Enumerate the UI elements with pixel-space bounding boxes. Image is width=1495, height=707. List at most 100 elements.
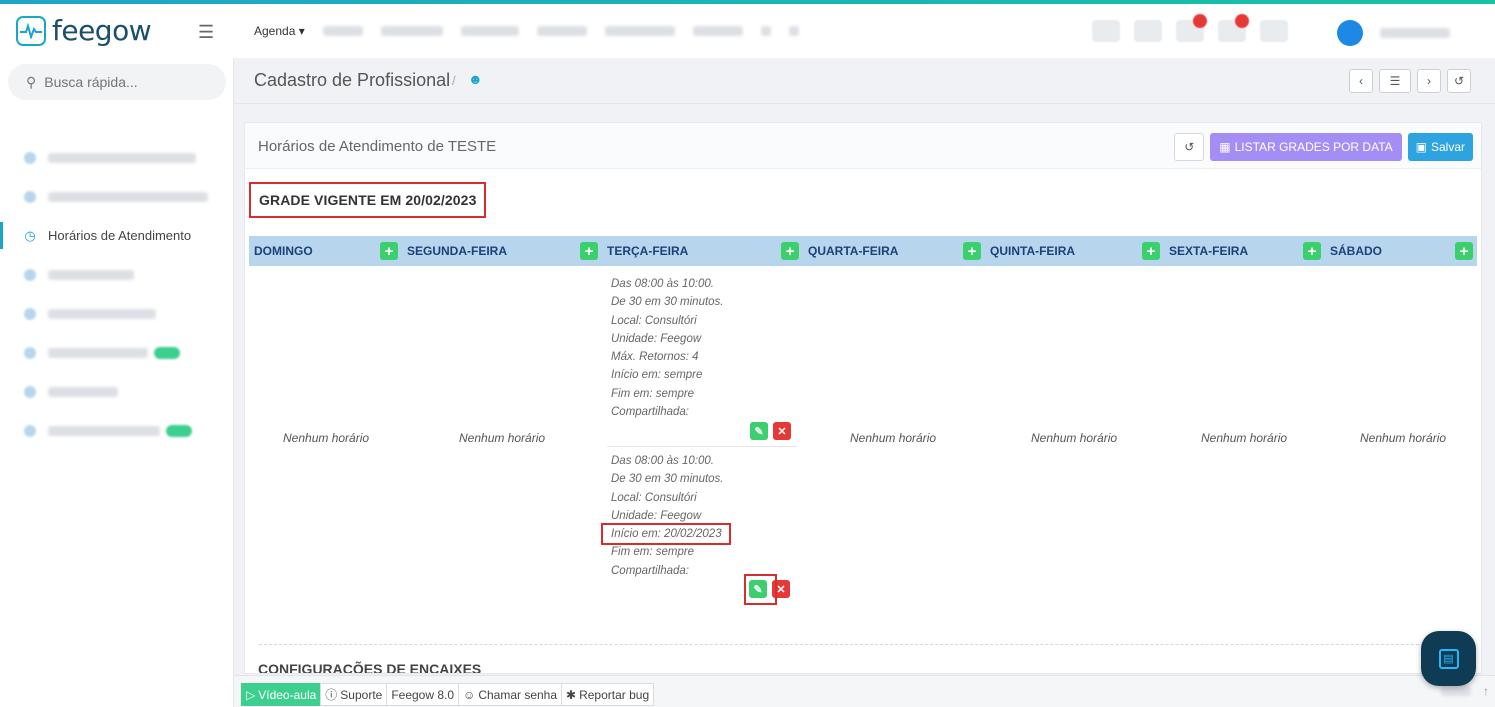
top-navigation: Agenda ▾	[254, 24, 799, 38]
logo-text: feegow	[52, 14, 152, 47]
permission-icon	[24, 385, 36, 398]
notification-icon[interactable]	[1218, 14, 1249, 42]
sidebar: ⚲ ◷ Horários de Atendimento	[0, 58, 234, 707]
add-slot-button[interactable]: +	[963, 242, 981, 260]
sidebar-item-blurred[interactable]	[0, 333, 234, 372]
add-slot-button[interactable]: +	[380, 242, 398, 260]
record-navigation: ‹ ☰ › ↺	[1349, 69, 1471, 93]
empty-slot-text: Nenhum horário	[1360, 431, 1447, 445]
support-button[interactable]: ⓘ Suporte	[320, 683, 388, 706]
slot-divider	[607, 446, 797, 447]
share-icon	[24, 424, 36, 437]
delete-slot-button[interactable]: ✕	[773, 422, 791, 440]
chat-widget-button[interactable]: ▤	[1421, 631, 1476, 686]
sidebar-item-blurred[interactable]	[0, 255, 234, 294]
report-bug-button[interactable]: ✱ Reportar bug	[561, 683, 655, 706]
calendar-icon: ▦	[1219, 140, 1231, 154]
edit-slot-button[interactable]: ✎	[750, 422, 768, 440]
next-button[interactable]: ›	[1417, 69, 1441, 93]
nav-item-blurred[interactable]	[380, 26, 443, 36]
empty-slot-text: Nenhum horário	[459, 431, 546, 445]
user-icon	[24, 151, 36, 164]
nav-item-blurred[interactable]	[322, 26, 363, 36]
sidebar-item-blurred[interactable]	[0, 138, 234, 177]
page-title: Cadastro de Profissional	[254, 70, 451, 90]
day-header-segunda: SEGUNDA-FEIRA +	[402, 236, 602, 266]
day-header-quinta: QUINTA-FEIRA +	[985, 236, 1164, 266]
add-slot-button[interactable]: +	[1303, 242, 1321, 260]
key-icon	[24, 268, 36, 281]
integration-icon	[24, 346, 36, 359]
grade-title-highlight: GRADE VIGENTE EM 20/02/2023	[249, 182, 487, 218]
sidebar-item-blurred[interactable]	[0, 294, 234, 333]
scroll-top-icon[interactable]: ↑	[1483, 684, 1489, 698]
sidebar-item-blurred[interactable]	[0, 372, 234, 411]
bug-icon: ✱	[566, 687, 577, 702]
add-slot-button[interactable]: +	[580, 242, 598, 260]
nav-item-blurred[interactable]	[460, 26, 519, 36]
panel-header: Horários de Atendimento de TESTE ↺ ▦ LIST…	[245, 123, 1481, 169]
toolbar-icon[interactable]	[1134, 20, 1162, 42]
nav-item-blurred[interactable]	[692, 26, 743, 36]
empty-slot-text: Nenhum horário	[283, 431, 370, 445]
weekday-header: DOMINGO + SEGUNDA-FEIRA + TERÇA-FEIRA + QUA…	[249, 236, 1477, 266]
list-button[interactable]: ☰	[1379, 69, 1411, 93]
edit-button-highlight	[744, 574, 777, 605]
sidebar-item-blurred[interactable]	[0, 411, 234, 450]
google-icon	[24, 307, 36, 320]
call-ticket-button[interactable]: ☺ Chamar senha	[458, 683, 563, 706]
add-slot-button[interactable]: +	[1142, 242, 1160, 260]
sidebar-item-blurred[interactable]	[0, 177, 234, 216]
day-header-terca: TERÇA-FEIRA +	[602, 236, 803, 266]
menu-toggle-icon[interactable]: ☰	[198, 22, 214, 43]
sidebar-item-horarios[interactable]: ◷ Horários de Atendimento	[0, 216, 234, 255]
search-input[interactable]	[44, 74, 195, 90]
notification-badge	[1235, 14, 1249, 28]
add-slot-button[interactable]: +	[1455, 242, 1473, 260]
user-icon[interactable]: ☻	[468, 71, 483, 87]
toolbar-icons	[1092, 14, 1288, 42]
video-icon: ▷	[246, 687, 256, 702]
quick-search[interactable]: ⚲	[8, 64, 226, 100]
empty-slot-text: Nenhum horário	[1031, 431, 1118, 445]
empty-slot-text: Nenhum horário	[850, 431, 937, 445]
schedule-slot: Das 08:00 às 10:00. De 30 em 30 minutos.…	[611, 455, 724, 577]
nav-agenda[interactable]: Agenda ▾	[254, 24, 305, 38]
status-badge	[166, 424, 192, 437]
slot-actions: ✎ ✕	[750, 422, 791, 440]
top-header: feegow ☰ Agenda ▾	[0, 4, 1495, 58]
save-button[interactable]: ▣ Salvar	[1407, 133, 1473, 161]
grade-title: GRADE VIGENTE EM 20/02/2023	[259, 192, 477, 208]
nav-item-blurred[interactable]	[604, 26, 675, 36]
day-header-sexta: SEXTA-FEIRA +	[1164, 236, 1325, 266]
panel-title: Horários de Atendimento de TESTE	[258, 138, 497, 155]
previous-button[interactable]: ‹	[1349, 69, 1373, 93]
nav-item-blurred[interactable]	[788, 26, 799, 36]
help-icon: ⓘ	[325, 688, 338, 702]
toolbar-icon[interactable]	[1260, 20, 1288, 42]
list-grades-button[interactable]: ▦ LISTAR GRADES POR DATA	[1210, 133, 1402, 161]
nav-item-blurred[interactable]	[760, 26, 771, 36]
footer-bar: ▷ Vídeo-aula ⓘ Suporte Feegow 8.0 ☺ Chamar …	[234, 675, 1495, 707]
history-button[interactable]: ↺	[1174, 133, 1205, 161]
avatar[interactable]	[1337, 20, 1363, 46]
add-slot-button[interactable]: +	[781, 242, 799, 260]
version-label[interactable]: Feegow 8.0	[386, 683, 460, 706]
schedule-slot: Das 08:00 às 10:00. De 30 em 30 minutos.…	[611, 278, 724, 419]
panel-actions: ↺ ▦ LISTAR GRADES POR DATA ▣ Salvar	[1174, 133, 1473, 161]
users-icon: ☺	[463, 687, 476, 702]
save-icon: ▣	[1415, 140, 1427, 154]
history-button[interactable]: ↺	[1447, 69, 1471, 93]
username-blurred[interactable]	[1380, 28, 1450, 38]
notification-icon[interactable]	[1176, 14, 1207, 42]
status-badge	[154, 346, 180, 359]
clock-icon: ◷	[24, 227, 36, 243]
video-lesson-button[interactable]: ▷ Vídeo-aula	[241, 683, 322, 706]
sidebar-item-label: Horários de Atendimento	[48, 228, 192, 243]
toolbar-icon[interactable]	[1092, 20, 1120, 42]
footer-links: ▷ Vídeo-aula ⓘ Suporte Feegow 8.0 ☺ Chamar …	[241, 683, 655, 706]
search-icon: ⚲	[26, 73, 37, 90]
nav-item-blurred[interactable]	[536, 26, 587, 36]
sidebar-menu: ◷ Horários de Atendimento	[0, 138, 234, 450]
logo[interactable]: feegow	[16, 14, 152, 47]
